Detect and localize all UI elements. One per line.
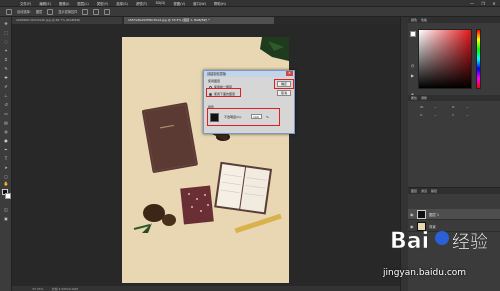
gradient-icon[interactable]: ▤ (3, 120, 9, 125)
use-layer-section-label: 使用图层 (208, 79, 221, 83)
minimize-button[interactable]: — (468, 1, 476, 6)
tab-document-1[interactable]: 4a5b9f0c1b3c0e2b.jpg @ 66.7% (RGB/8#) (12, 17, 122, 24)
prop-w-label: W: (420, 105, 424, 109)
canvas-area[interactable] (12, 24, 400, 286)
history-brush-icon[interactable]: ↺ (3, 102, 9, 107)
marquee-icon[interactable]: ⬚ (3, 30, 9, 35)
prop-y-label: Y: (452, 113, 455, 117)
prop-y-value[interactable]: — (466, 113, 469, 117)
menu-item-edit[interactable]: 编辑(E) (39, 1, 51, 6)
crop-icon[interactable]: ⌗ (3, 57, 9, 62)
brush-icon[interactable]: ✐ (3, 84, 9, 89)
menu-item-filter[interactable]: 滤镜(T) (136, 1, 148, 6)
tab-adjustments[interactable]: 调整 (421, 95, 427, 101)
clipping-mask-dialog: 创建剪贴蒙版 ✕ 使用图层 使用前一图层 使用下面的图层 确定 取消 颜色 不透… (203, 70, 295, 134)
menu-item-3d[interactable]: 3D(D) (155, 1, 165, 5)
dodge-icon[interactable]: ● (3, 138, 9, 143)
path-selection-icon[interactable]: ➤ (3, 165, 9, 170)
prop-h-value[interactable]: — (466, 105, 469, 109)
prop-x-label: X: (420, 113, 424, 117)
cancel-button[interactable]: 取消 (277, 90, 291, 96)
dialog-close-button[interactable]: ✕ (286, 71, 293, 76)
tab-color[interactable]: 颜色 (411, 17, 417, 23)
maximize-button[interactable]: ❐ (479, 1, 487, 6)
eyedropper-icon[interactable]: ✎ (3, 66, 9, 71)
auto-select-mode-dropdown[interactable]: 图层 (36, 9, 42, 14)
healing-brush-icon[interactable]: ✚ (3, 75, 9, 80)
align-left-icon[interactable] (82, 8, 89, 15)
highlight-option-below (206, 88, 241, 97)
menu-bar: 文件(F) 编辑(E) 图像(I) 图层(L) 类型(Y) 选择(S) 滤镜(T… (0, 0, 500, 7)
baidu-jingyan-logo: Bai 经验 (390, 229, 489, 255)
blur-icon[interactable]: ◍ (3, 129, 9, 134)
menu-item-window[interactable]: 窗口(W) (193, 1, 206, 6)
status-bar: 33.33% 文档:4.50M/9.00M (12, 286, 400, 291)
lasso-icon[interactable]: ◌ (3, 39, 9, 44)
tools-panel: ✥ ⬚ ◌ ✦ ⌗ ✎ ✚ ✐ ⊥ ↺ ▭ ▤ ◍ ● ✒ T ➤ ▢ ✋ ◫ … (0, 17, 12, 291)
quick-mask-icon[interactable]: ◫ (3, 207, 9, 212)
menu-item-file[interactable]: 文件(F) (20, 1, 31, 6)
svg-text:Bai: Bai (390, 229, 429, 254)
hand-icon[interactable]: ✋ (3, 181, 9, 186)
visibility-eye-icon[interactable]: ◉ (410, 212, 415, 217)
highlight-ok-button (274, 79, 294, 89)
document-tabs: 4a5b9f0c1b3c0e2b.jpg @ 66.7% (RGB/8#) 16… (12, 17, 400, 24)
tab-channels[interactable]: 通道 (421, 188, 427, 194)
history-icon[interactable]: ◷ (410, 63, 415, 68)
zoom-level[interactable]: 33.33% (32, 287, 43, 291)
highlight-color-group (207, 108, 280, 126)
prop-w-value[interactable]: — (434, 105, 437, 109)
color-panel-tabs: 颜色 色板 (408, 17, 500, 23)
panel-foreground-swatch[interactable] (410, 31, 416, 37)
layer-thumbnail (417, 210, 426, 219)
shape-icon[interactable]: ▢ (3, 174, 9, 179)
photoshop-window: 文件(F) 编辑(E) 图像(I) 图层(L) 类型(Y) 选择(S) 滤镜(T… (0, 0, 500, 291)
layer-row-1[interactable]: ◉ 图层 1 (408, 209, 500, 220)
menu-item-select[interactable]: 选择(S) (116, 1, 128, 6)
transform-controls-label: 显示变换控件 (58, 10, 78, 14)
close-button[interactable]: ✕ (490, 1, 498, 6)
pen-icon[interactable]: ✒ (3, 147, 9, 152)
color-picker-field[interactable] (418, 29, 472, 89)
transform-checkbox[interactable] (47, 8, 54, 15)
tab-properties[interactable]: 属性 (411, 95, 417, 101)
tab-layers[interactable]: 图层 (411, 188, 417, 194)
auto-select-label: 自动选择: (17, 10, 31, 14)
watermark-url: jingyan.baidu.com (383, 268, 467, 278)
hue-slider[interactable] (476, 29, 481, 89)
eraser-icon[interactable]: ▭ (3, 111, 9, 116)
align-center-icon[interactable] (93, 8, 100, 15)
dialog-title: 创建剪贴蒙版 (204, 71, 294, 77)
magic-wand-icon[interactable]: ✦ (3, 48, 9, 53)
menu-item-type[interactable]: 类型(Y) (97, 1, 109, 6)
tab-swatches[interactable]: 色板 (421, 17, 427, 23)
actions-icon[interactable]: ▶ (410, 73, 415, 78)
background-color-swatch[interactable] (5, 193, 11, 199)
layer-name[interactable]: 图层 1 (429, 212, 439, 217)
window-controls: — ❐ ✕ (468, 0, 498, 7)
prop-x-value[interactable]: — (434, 113, 437, 117)
svg-text:经验: 经验 (452, 232, 488, 253)
screen-mode-icon[interactable]: ▣ (3, 216, 9, 221)
document-info: 文档:4.50M/9.00M (51, 286, 79, 291)
options-bar: 自动选择: 图层 显示变换控件 (0, 7, 500, 17)
layers-panel-tabs: 图层 通道 路径 (408, 188, 500, 194)
menu-item-view[interactable]: 视图(V) (173, 1, 185, 6)
tab-document-2[interactable]: 1657e3bd0d5f6c3b1d.jpg @ 33.3% (图层 1, RG… (124, 17, 274, 24)
menu-item-layer[interactable]: 图层(L) (77, 1, 88, 6)
properties-panel-tabs: 属性 调整 (408, 95, 500, 101)
tab-paths[interactable]: 路径 (431, 188, 437, 194)
menu-item-help[interactable]: 帮助(H) (214, 1, 226, 6)
move-tool-icon[interactable] (6, 8, 12, 15)
prop-h-label: H: (452, 105, 456, 109)
clone-stamp-icon[interactable]: ⊥ (3, 93, 9, 98)
menu-item-image[interactable]: 图像(I) (59, 1, 69, 6)
move-icon[interactable]: ✥ (3, 21, 9, 26)
align-right-icon[interactable] (104, 8, 111, 15)
type-icon[interactable]: T (3, 156, 9, 161)
